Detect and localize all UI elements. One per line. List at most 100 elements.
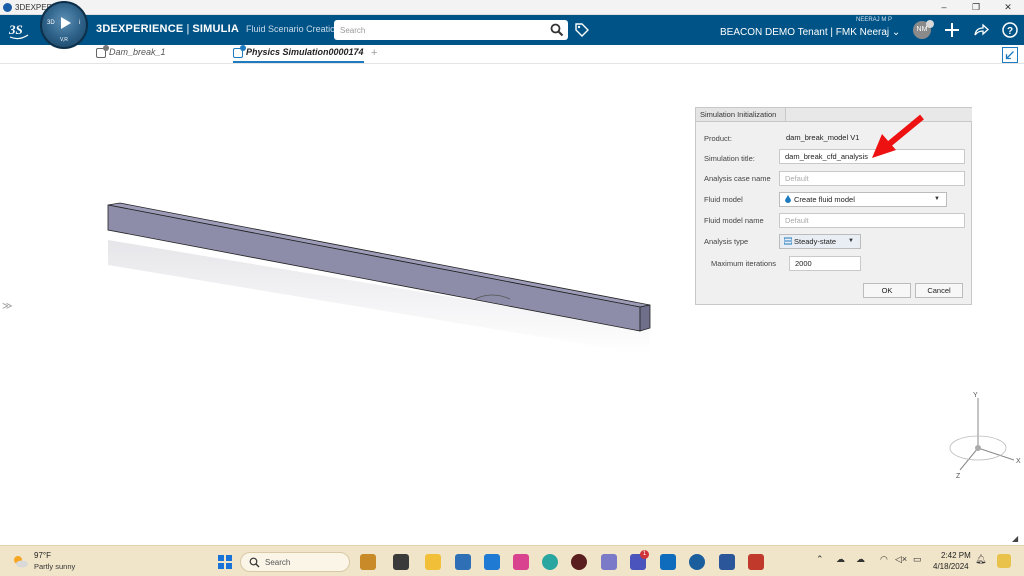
tab-dam-break[interactable]: Dam_break_1 xyxy=(96,44,166,63)
compass-vr-label: V,R xyxy=(60,37,68,43)
share-icon[interactable] xyxy=(972,21,990,39)
tag-icon[interactable] xyxy=(574,22,590,38)
avatar-badge xyxy=(926,20,934,28)
onedrive-icon[interactable]: ☁ xyxy=(856,554,865,565)
search-icon[interactable] xyxy=(550,23,564,37)
cloud-icon[interactable]: ☁ xyxy=(836,554,845,565)
weather-temperature: 97°F xyxy=(34,551,51,560)
fluid-model-label: Fluid model xyxy=(704,195,743,204)
top-bar: 3S 3DEXPERIENCE | SIMULIA Fluid Scenario… xyxy=(0,15,1024,45)
max-iterations-field[interactable] xyxy=(789,256,861,271)
caret-down-icon: ▼ xyxy=(848,238,854,244)
mail-icon[interactable] xyxy=(484,554,500,570)
clock-date[interactable]: 4/18/2024 xyxy=(933,562,969,571)
tab-physics-simulation[interactable]: Physics Simulation0000174 xyxy=(233,44,364,63)
max-iterations-label: Maximum iterations xyxy=(711,259,777,268)
maximize-button[interactable]: ❐ xyxy=(966,1,986,14)
browser-icon[interactable] xyxy=(689,554,705,570)
app-window: 3DEXPERIENCE – ❐ ✕ 3S 3DEXPERIENCE | SIM… xyxy=(0,0,1024,576)
bell-icon[interactable]: 🔔︎ xyxy=(975,554,986,565)
annotation-arrow-icon xyxy=(872,114,924,158)
taskbar-search-label: Search xyxy=(265,558,291,567)
help-icon[interactable]: ? xyxy=(1001,21,1019,39)
teams-notification-badge: 1 xyxy=(640,550,649,559)
edge-icon[interactable] xyxy=(542,554,558,570)
ds-logo-icon[interactable]: 3S xyxy=(8,19,30,41)
task-view-icon[interactable] xyxy=(393,554,409,570)
case-name-label: Analysis case name xyxy=(704,174,771,183)
file-explorer-icon[interactable] xyxy=(425,554,441,570)
battery-icon[interactable]: ▭ xyxy=(913,554,922,565)
play-icon[interactable] xyxy=(61,17,71,29)
svg-text:?: ? xyxy=(1007,26,1013,37)
search-icon xyxy=(249,557,260,568)
snipping-tool-icon[interactable] xyxy=(601,554,617,570)
document-icon xyxy=(233,44,246,58)
calendar-icon[interactable] xyxy=(455,554,471,570)
channel-model[interactable] xyxy=(100,195,660,365)
sim-title-label: Simulation title: xyxy=(704,154,755,163)
axis-triad[interactable]: Y X Z xyxy=(940,390,1024,520)
add-tab-button[interactable]: + xyxy=(371,47,377,59)
clock-time[interactable]: 2:42 PM xyxy=(941,551,971,560)
tray-overflow-icon[interactable]: ⌃ xyxy=(816,554,824,565)
ok-button[interactable]: OK xyxy=(863,283,911,298)
close-button[interactable]: ✕ xyxy=(998,1,1018,14)
tab-label: Dam_break_1 xyxy=(109,47,166,57)
os-title-bar: 3DEXPERIENCE – ❐ ✕ xyxy=(0,0,1024,15)
product-label: Product: xyxy=(704,134,732,143)
weather-sun-icon[interactable] xyxy=(12,554,28,568)
outlook-icon[interactable] xyxy=(660,554,676,570)
fluid-model-value: Create fluid model xyxy=(794,195,855,204)
dialog-title: Simulation Initialization xyxy=(696,108,786,122)
fluid-icon xyxy=(785,195,791,203)
volume-icon[interactable]: ◁× xyxy=(895,554,907,565)
app-name: Fluid Scenario Creation xyxy=(246,24,341,34)
tab-label: Physics Simulation0000174 xyxy=(246,47,364,57)
model-end-face xyxy=(639,304,651,332)
search-input[interactable] xyxy=(340,23,540,37)
copilot-icon[interactable] xyxy=(997,554,1011,568)
document-icon xyxy=(96,44,109,58)
product-value: dam_break_model V1 xyxy=(786,133,860,142)
fluid-model-dropdown[interactable]: Create fluid model ▼ xyxy=(779,192,947,207)
cancel-button[interactable]: Cancel xyxy=(915,283,963,298)
add-icon[interactable] xyxy=(943,21,961,39)
minimize-button[interactable]: – xyxy=(934,1,954,14)
simulation-initialization-dialog: Simulation Initialization Product: dam_b… xyxy=(695,107,972,305)
tenant-label: BEACON DEMO Tenant | FMK Neeraj xyxy=(720,27,890,38)
taskbar-search[interactable]: Search xyxy=(240,552,350,572)
search-box xyxy=(334,20,568,40)
product-prefix: 3DEXPERIENCE xyxy=(96,23,184,35)
chevron-down-icon: ⌄ xyxy=(891,27,901,38)
collapse-icon[interactable] xyxy=(1002,47,1018,63)
compass-widget[interactable]: 3D i V,R xyxy=(40,1,88,49)
solidworks-icon[interactable] xyxy=(748,554,764,570)
analysis-type-dropdown[interactable]: Steady-state ▼ xyxy=(779,234,861,249)
compass-info-label: i xyxy=(78,20,80,26)
weather-description: Partly sunny xyxy=(34,562,76,571)
analysis-icon xyxy=(784,237,792,245)
tenant-selector[interactable]: BEACON DEMO Tenant | FMK Neeraj ⌄ xyxy=(720,27,900,38)
windows-taskbar: 97°F Partly sunny Search 1 ⌃ ☁ ☁ ◠ ◁× ▭ … xyxy=(0,545,1024,576)
wifi-icon[interactable]: ◠ xyxy=(880,554,888,565)
app-title: 3DEXPERIENCE | SIMULIA Fluid Scenario Cr… xyxy=(96,23,341,35)
photos-icon[interactable] xyxy=(513,554,529,570)
analysis-type-value: Steady-state xyxy=(794,237,837,246)
media-player-icon[interactable] xyxy=(571,554,587,570)
windows-start-icon[interactable] xyxy=(217,554,233,570)
fluid-model-name-label: Fluid model name xyxy=(704,216,764,225)
briefcase-icon[interactable] xyxy=(360,554,376,570)
user-name: NEERAJ M P xyxy=(856,17,893,23)
expand-panel-icon[interactable]: ≫ xyxy=(2,301,12,312)
case-name-field[interactable] xyxy=(779,171,965,186)
axis-y-label: Y xyxy=(973,392,978,399)
axis-x-label: X xyxy=(1016,458,1021,465)
axis-z-label: Z xyxy=(956,473,961,480)
fluid-model-name-field[interactable] xyxy=(779,213,965,228)
product-brand: SIMULIA xyxy=(192,23,239,35)
resize-handle-icon[interactable]: ◢ xyxy=(1012,534,1018,543)
word-icon[interactable] xyxy=(719,554,735,570)
compass-3d-label: 3D xyxy=(47,20,55,26)
caret-down-icon: ▼ xyxy=(934,196,940,202)
